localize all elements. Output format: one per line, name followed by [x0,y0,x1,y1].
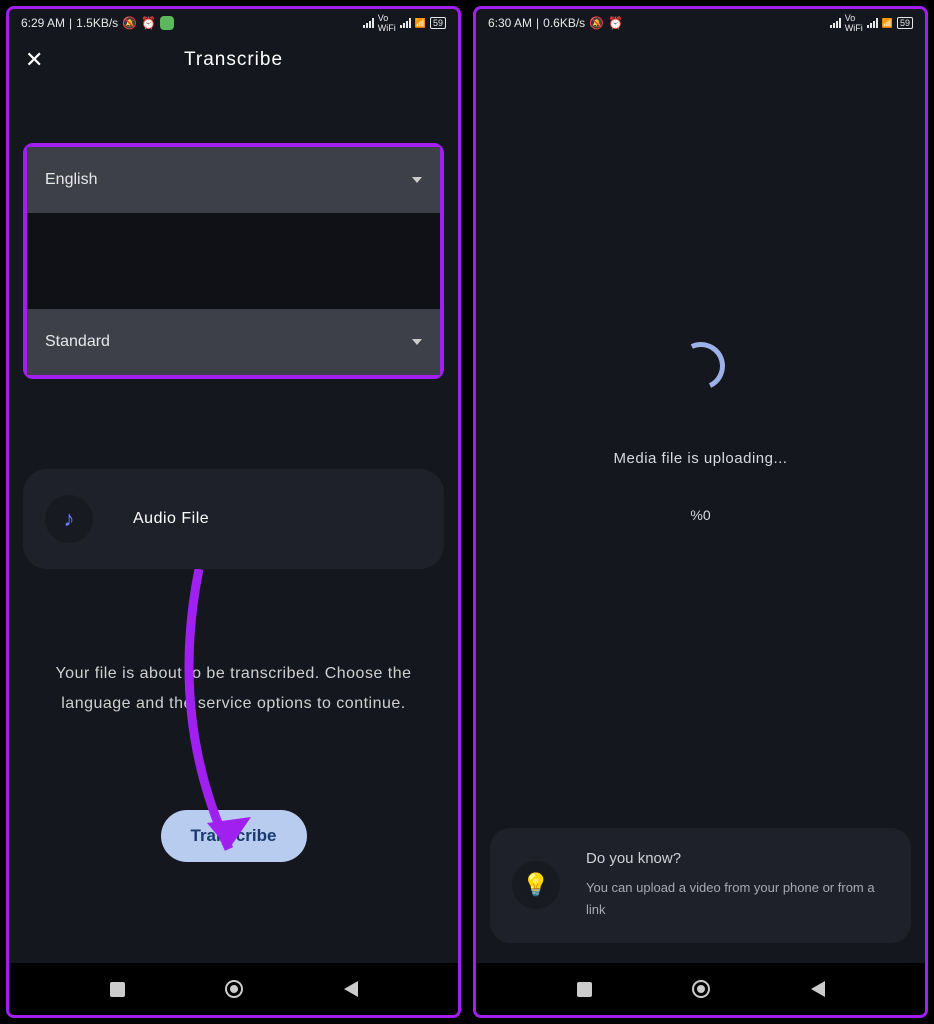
app-header: ✕ Transcribe [9,37,458,83]
upload-status-text: Media file is uploading... [614,450,788,467]
status-time: 6:29 AM [21,16,65,30]
wifi-icon: 📶 [882,18,893,29]
mute-icon: 🔕 [589,16,604,30]
audio-icon-circle: ♪ [45,495,93,543]
status-speed: 0.6KB/s [543,16,585,30]
android-nav-bar [9,963,458,1015]
wifi-icon: 📶 [415,18,426,29]
vowifi-icon: VoWiFi [378,13,396,33]
android-nav-bar [476,963,925,1015]
chevron-down-icon [412,339,422,345]
language-dropdown[interactable]: English [27,147,440,213]
transcribe-button[interactable]: Transcribe [161,810,307,862]
page-title: Transcribe [9,49,458,71]
chevron-down-icon [412,177,422,183]
nav-home-icon[interactable] [692,980,710,998]
phone-right: 6:30 AM | 0.6KB/s 🔕 ⏰ VoWiFi 📶 59 Media … [473,6,928,1018]
vowifi-icon: VoWiFi [845,13,863,33]
nav-back-icon[interactable] [344,981,358,997]
nav-recents-icon[interactable] [110,982,125,997]
signal-icon [830,18,841,28]
bulb-circle: 💡 [512,861,560,909]
status-speed: 1.5KB/s [76,16,118,30]
nav-home-icon[interactable] [225,980,243,998]
battery-icon: 59 [897,17,913,29]
signal-icon-2 [867,18,878,28]
signal-icon [363,18,374,28]
alarm-icon: ⏰ [608,16,623,30]
status-bar: 6:30 AM | 0.6KB/s 🔕 ⏰ VoWiFi 📶 59 [476,9,925,37]
audio-file-card[interactable]: ♪ Audio File [23,469,444,569]
tip-card: 💡 Do you know? You can upload a video fr… [490,828,911,943]
alarm-icon: ⏰ [141,16,156,30]
service-value: Standard [45,333,110,351]
app-indicator-icon [160,16,174,30]
spinner-icon [670,335,732,397]
music-note-icon: ♪ [64,506,75,532]
bulb-icon: 💡 [522,872,549,898]
nav-back-icon[interactable] [811,981,825,997]
language-value: English [45,171,97,189]
tip-title: Do you know? [586,850,889,867]
options-highlight-box: English Standard [23,143,444,379]
hint-text: Your file is about to be transcribed. Ch… [23,659,444,720]
audio-file-label: Audio File [133,510,209,528]
uploading-area: Media file is uploading... %0 [476,37,925,828]
status-bar: 6:29 AM | 1.5KB/s 🔕 ⏰ VoWiFi 📶 59 [9,9,458,37]
nav-recents-icon[interactable] [577,982,592,997]
service-dropdown[interactable]: Standard [27,309,440,375]
battery-icon: 59 [430,17,446,29]
status-time: 6:30 AM [488,16,532,30]
signal-icon-2 [400,18,411,28]
mute-icon: 🔕 [122,16,137,30]
upload-percent: %0 [690,507,710,523]
tip-body: You can upload a video from your phone o… [586,877,889,921]
phone-left: 6:29 AM | 1.5KB/s 🔕 ⏰ VoWiFi 📶 59 ✕ Tran… [6,6,461,1018]
